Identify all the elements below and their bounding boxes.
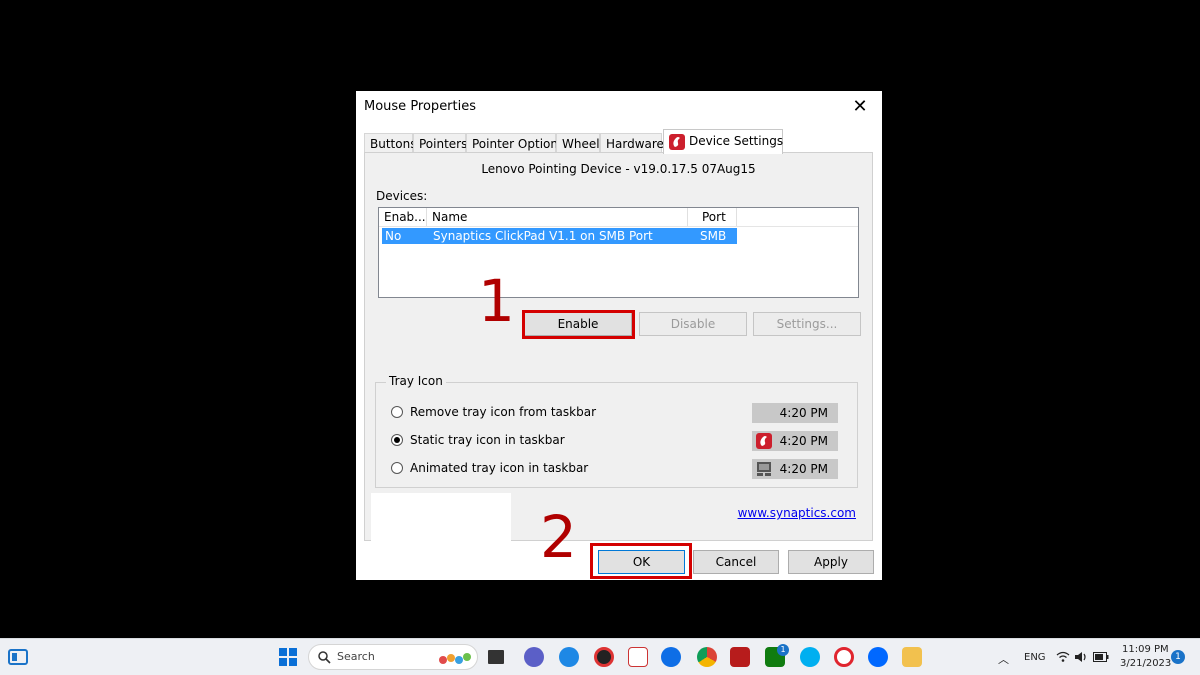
blank-area (371, 493, 511, 541)
search-input[interactable]: Search (308, 644, 478, 670)
cell-enabled: No (385, 229, 402, 243)
radio-indicator[interactable] (391, 461, 403, 474)
tray-preview-animated: 4:20 PM (752, 459, 838, 479)
widgets-icon[interactable] (8, 647, 28, 667)
xbox-badge: 1 (777, 644, 789, 656)
radio-label: Static tray icon in taskbar (410, 433, 565, 447)
devices-list[interactable]: Enab... Name Port No Synaptics ClickPad … (378, 207, 859, 298)
chrome-icon[interactable] (697, 647, 717, 667)
cell-port: SMB (700, 229, 727, 243)
search-icon (318, 651, 331, 664)
disable-button[interactable]: Disable (639, 312, 747, 336)
cell-name: Synaptics ClickPad V1.1 on SMB Port (433, 229, 653, 243)
document-icon[interactable] (628, 647, 648, 667)
preview-time: 4:20 PM (779, 434, 828, 448)
media-app-icon[interactable] (730, 647, 750, 667)
app-icon[interactable] (559, 647, 579, 667)
synaptics-icon (756, 433, 772, 449)
step-1-label: 1 (478, 267, 515, 335)
language-indicator[interactable]: ENG (1024, 652, 1046, 663)
radio-indicator[interactable] (391, 433, 403, 446)
tab-pointer-options[interactable]: Pointer Options (466, 133, 564, 153)
recorder-icon[interactable] (594, 647, 614, 667)
tray-icon-group-title: Tray Icon (386, 374, 446, 388)
clock-time[interactable]: 11:09 PM (1122, 644, 1169, 655)
preview-time: 4:20 PM (779, 462, 828, 476)
clock-date[interactable]: 3/21/2023 (1120, 658, 1171, 669)
settings-button[interactable]: Settings... (753, 312, 861, 336)
table-row[interactable]: No Synaptics ClickPad V1.1 on SMB Port S… (382, 228, 737, 244)
version-text: Lenovo Pointing Device - v19.0.17.5 07Au… (481, 162, 756, 176)
radio-label: Remove tray icon from taskbar (410, 405, 597, 419)
radio-label: Animated tray icon in taskbar (410, 461, 589, 475)
start-icon[interactable] (278, 647, 298, 667)
column-name[interactable]: Name (427, 208, 688, 226)
wifi-icon[interactable] (1056, 651, 1070, 663)
teamviewer-icon[interactable] (661, 647, 681, 667)
opera-icon[interactable] (834, 647, 854, 667)
chevron-up-icon[interactable]: ︿ (998, 651, 1009, 667)
radio-remove-tray-icon[interactable]: Remove tray icon from taskbar (391, 403, 596, 421)
search-highlight-icon (439, 653, 471, 664)
device-settings-panel: Lenovo Pointing Device - v19.0.17.5 07Au… (364, 152, 873, 541)
battery-icon[interactable] (1093, 652, 1109, 662)
tab-device-settings[interactable]: Device Settings (663, 129, 783, 154)
teams-chat-icon[interactable] (524, 647, 544, 667)
task-view-icon[interactable] (488, 650, 504, 664)
skype-icon[interactable] (800, 647, 820, 667)
tab-wheel[interactable]: Wheel (556, 133, 600, 153)
step-2-label: 2 (540, 503, 577, 571)
column-enabled[interactable]: Enab... (379, 208, 427, 226)
apply-button[interactable]: Apply (788, 550, 874, 574)
mouse-properties-dialog: Mouse Properties ✕ Buttons Pointers Poin… (356, 91, 882, 580)
tab-pointers[interactable]: Pointers (413, 133, 467, 153)
synaptics-icon (669, 133, 685, 150)
file-explorer-icon[interactable] (902, 647, 922, 667)
list-header: Enab... Name Port (379, 208, 858, 227)
search-placeholder: Search (337, 650, 375, 663)
dialog-title: Mouse Properties (364, 99, 477, 114)
tab-buttons[interactable]: Buttons (364, 133, 416, 153)
radio-static-tray-icon[interactable]: Static tray icon in taskbar (391, 431, 565, 449)
tab-device-settings-label: Device Settings (689, 134, 784, 148)
column-port[interactable]: Port (688, 208, 737, 226)
devices-label: Devices: (376, 189, 428, 203)
tray-preview-none: 4:20 PM (752, 403, 838, 423)
zalo-icon[interactable] (868, 647, 888, 667)
notification-badge[interactable]: 1 (1171, 650, 1185, 664)
enable-button[interactable]: Enable (524, 312, 632, 336)
tray-icon-group: Tray Icon Remove tray icon from taskbar … (375, 374, 858, 488)
preview-time: 4:20 PM (779, 406, 828, 420)
cancel-button[interactable]: Cancel (693, 550, 779, 574)
taskbar: Search 1 ︿ ENG 11:09 PM 3/21/2023 1 (0, 638, 1200, 675)
radio-indicator[interactable] (391, 405, 403, 418)
ok-button[interactable]: OK (598, 550, 685, 574)
touchpad-icon (757, 462, 771, 476)
synaptics-link[interactable]: www.synaptics.com (738, 506, 856, 520)
close-button[interactable]: ✕ (846, 95, 874, 119)
tab-hardware[interactable]: Hardware (600, 133, 664, 153)
radio-animated-tray-icon[interactable]: Animated tray icon in taskbar (391, 459, 588, 477)
volume-icon[interactable] (1074, 651, 1088, 663)
tray-preview-static: 4:20 PM (752, 431, 838, 451)
